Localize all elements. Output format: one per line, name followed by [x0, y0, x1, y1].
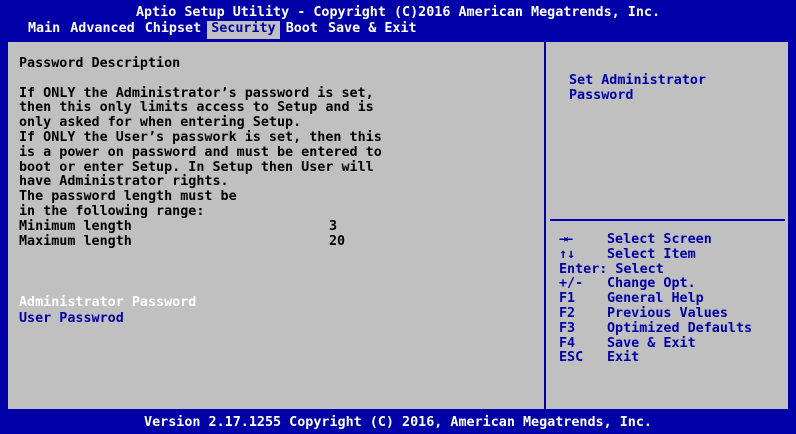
key-row: ESC Exit [559, 351, 752, 366]
tab-bar: Main Advanced Chipset Security Boot Save & Ex… [24, 21, 423, 39]
tab-boot[interactable]: Boot [282, 21, 322, 39]
min-length-label: Minimum length [19, 218, 132, 234]
title-bar: Aptio Setup Utility - Copyright (C)2016 … [0, 0, 796, 40]
description-line: have Administrator rights. [19, 174, 229, 190]
help-line: Password [569, 87, 634, 103]
user-password-item[interactable]: User Passwrod [19, 311, 196, 328]
up-down-arrows-icon: ↑↓ [559, 246, 576, 262]
key-label: +/- [559, 276, 584, 292]
key-row: F1 General Help [559, 291, 752, 307]
description-line: only asked for when entering Setup. [19, 115, 302, 131]
min-length-row: Minimum length 3 [19, 218, 539, 235]
key-desc: Enter: Select [559, 261, 664, 277]
administrator-password-item[interactable]: Administrator Password [19, 295, 196, 312]
bios-setup-screen: Aptio Setup Utility - Copyright (C)2016 … [0, 0, 796, 434]
left-right-arrows-icon: →← [559, 232, 573, 247]
description-line: The password length must be [19, 189, 237, 205]
key-label: ESC [559, 350, 584, 366]
key-legend: →← Select Screen ↑↓ Select Item Enter: Sel… [559, 232, 753, 366]
key-desc: Select Item [607, 246, 696, 262]
max-length-row: Maximum length 20 [19, 233, 539, 250]
key-desc: General Help [607, 291, 704, 307]
max-length-value: 20 [329, 233, 346, 249]
key-label: F1 [559, 291, 576, 307]
tab-security[interactable]: Security [207, 21, 280, 39]
key-desc: Previous Values [607, 305, 728, 321]
key-label: F2 [559, 305, 576, 321]
tab-save-exit[interactable]: Save & Exit [324, 21, 421, 39]
description-line: in the following range: [19, 203, 205, 219]
key-desc: Change Opt. [607, 276, 696, 292]
key-desc: Optimized Defaults [607, 320, 753, 336]
password-options: Administrator Password User Passwrod [19, 295, 196, 328]
key-row: F3 Optimized Defaults [559, 320, 753, 337]
help-divider [550, 219, 785, 221]
key-label: F4 [559, 335, 576, 351]
tab-main[interactable]: Main [24, 21, 64, 39]
key-row: F4 Save & Exit [559, 335, 752, 352]
max-length-label: Maximum length [19, 233, 132, 249]
help-line: Set Administrator [569, 73, 707, 88]
section-heading: Password Description [19, 56, 181, 71]
description-line: then this only limits access to Setup an… [19, 100, 374, 116]
tab-chipset[interactable]: Chipset [141, 21, 205, 39]
help-text: Set Administrator Password [569, 73, 779, 104]
vertical-divider [544, 42, 546, 409]
main-pane: Password Description If ONLY the Adminis… [19, 56, 539, 250]
description-line: If ONLY the User’s passwork is set, then… [19, 129, 382, 145]
key-row: +/- Change Opt. [559, 277, 752, 292]
key-desc: Exit [607, 350, 640, 366]
min-length-value: 3 [329, 218, 338, 234]
key-row: F2 Previous Values [559, 305, 752, 322]
description-line: is a power on password and must be enter… [19, 144, 382, 160]
key-row: →← Select Screen [559, 232, 752, 248]
key-row: ↑↓ Select Item [559, 246, 752, 263]
app-title: Aptio Setup Utility - Copyright (C)2016 … [135, 5, 661, 20]
key-desc: Select Screen [607, 232, 712, 247]
key-label: F3 [559, 320, 576, 336]
tab-advanced[interactable]: Advanced [66, 21, 139, 39]
footer-version: Version 2.17.1255 Copyright (C) 2016, Am… [0, 411, 796, 434]
key-row: Enter: Select [559, 261, 752, 278]
